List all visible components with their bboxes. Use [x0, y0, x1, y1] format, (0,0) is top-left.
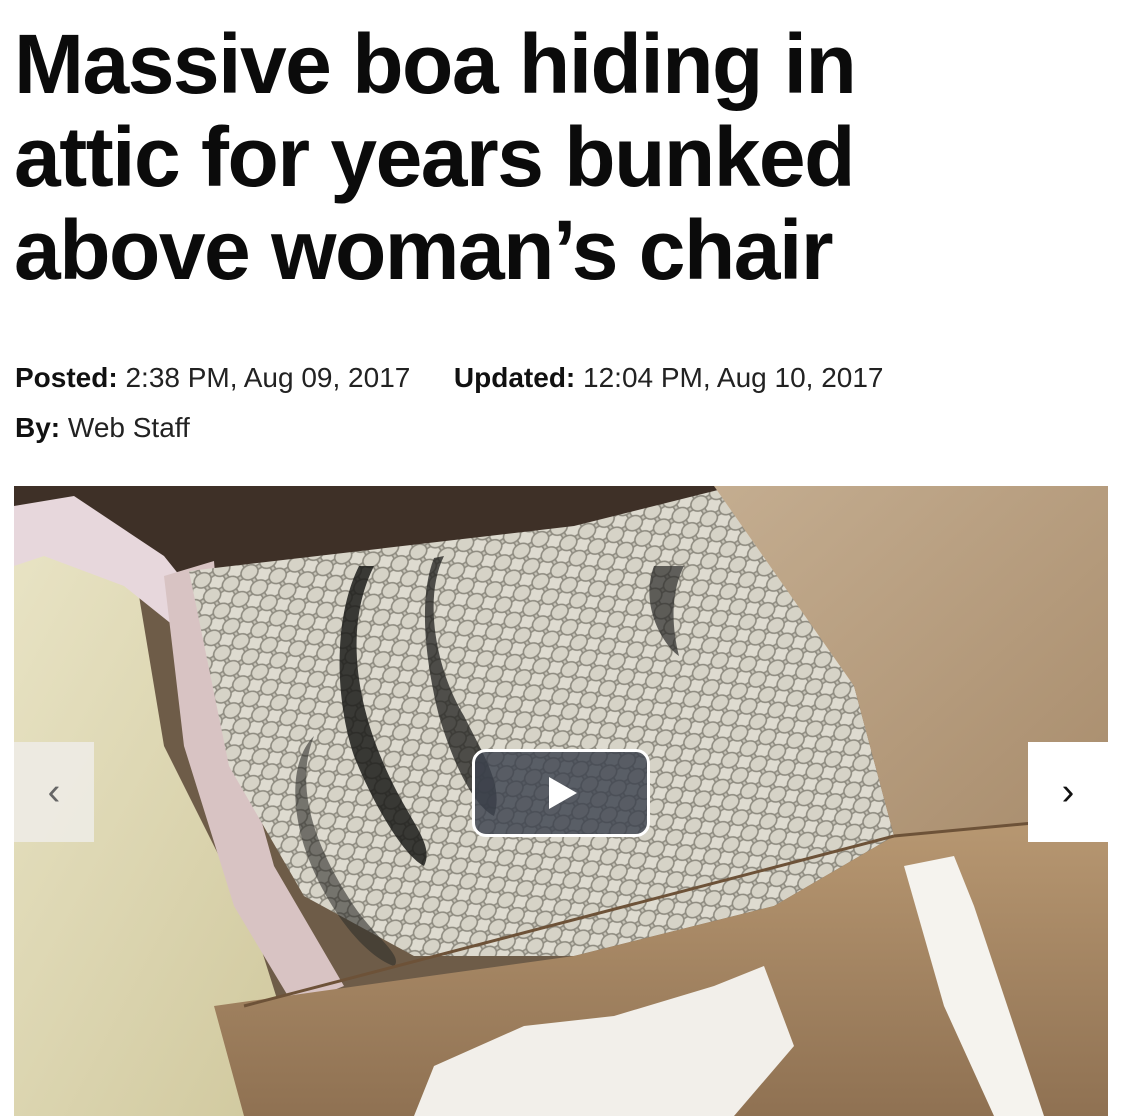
byline-row: By: Web Staff [15, 410, 1105, 446]
headline: Massive boa hiding in attic for years bu… [14, 18, 1104, 297]
updated-label: Updated: [453, 362, 576, 393]
video-player[interactable]: ‹ › [14, 486, 1108, 1116]
article-meta: Posted: 2:38 PM, Aug 09, 2017 Updated: 1… [15, 360, 1105, 446]
updated-date: 12:04 PM, Aug 10, 2017 [583, 362, 884, 393]
byline-author: Web Staff [67, 412, 190, 443]
byline-label: By: [15, 412, 61, 443]
chevron-left-icon: ‹ [47, 770, 61, 813]
headline-line-3: above woman’s chair [14, 203, 834, 297]
next-slide-button[interactable]: › [1028, 742, 1108, 842]
previous-slide-button[interactable]: ‹ [14, 742, 94, 842]
timestamp-row: Posted: 2:38 PM, Aug 09, 2017 Updated: 1… [15, 360, 1105, 396]
posted-label: Posted: [15, 362, 118, 393]
article: Massive boa hiding in attic for years bu… [0, 0, 1122, 1116]
play-icon [549, 777, 577, 809]
headline-line-2: attic for years bunked [14, 110, 855, 204]
chevron-right-icon: › [1061, 770, 1075, 813]
headline-line-1: Massive boa hiding in [14, 17, 857, 111]
play-button[interactable] [472, 749, 650, 837]
posted-date: 2:38 PM, Aug 09, 2017 [125, 362, 411, 393]
